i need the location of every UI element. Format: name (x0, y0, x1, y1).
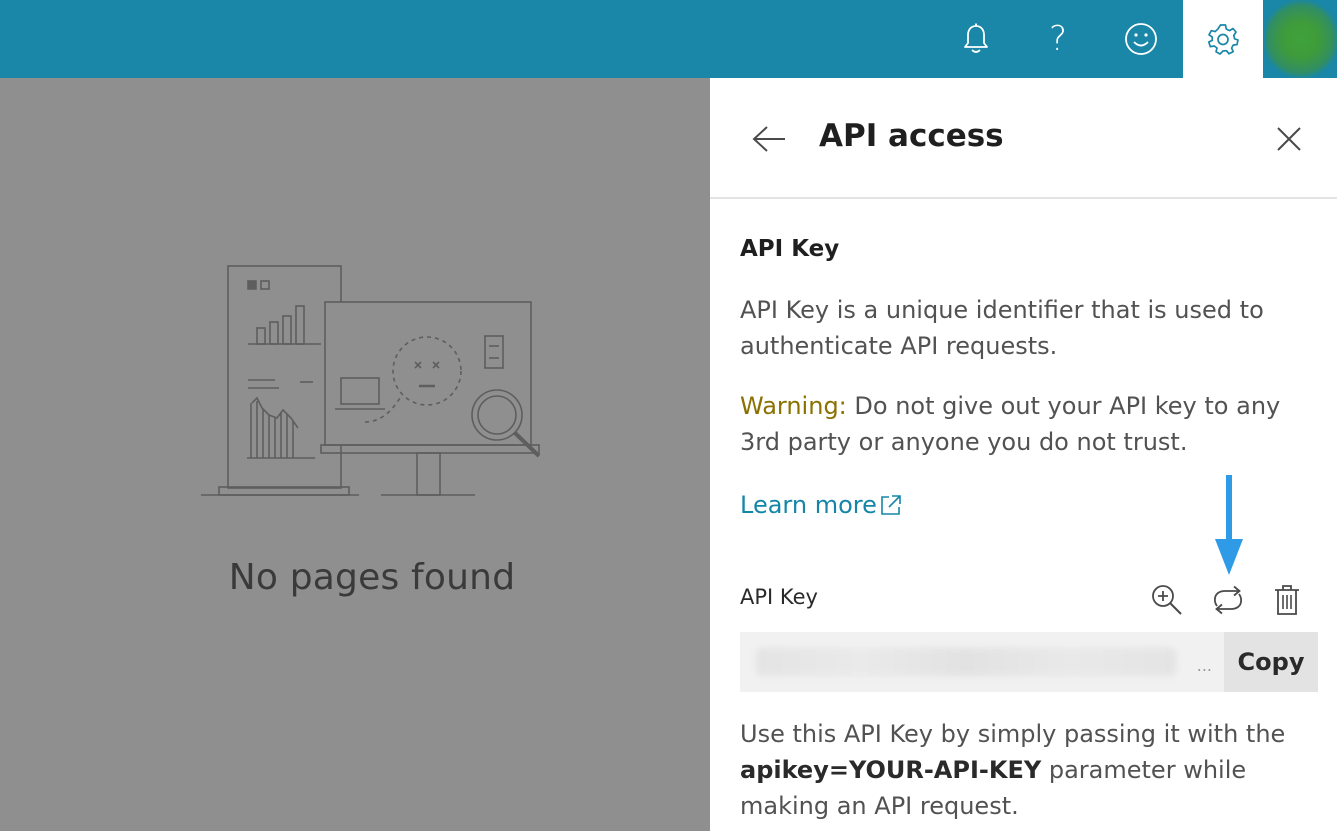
view-key-button[interactable] (1147, 580, 1187, 620)
learn-more-link[interactable]: Learn more (740, 491, 902, 519)
panel-header: API access (710, 78, 1337, 199)
bell-icon (964, 23, 988, 53)
close-button[interactable] (1270, 120, 1308, 158)
usage-instructions: Use this API Key by simply passing it wi… (740, 716, 1325, 824)
learn-more-label: Learn more (740, 491, 877, 519)
api-key-label: API Key (740, 585, 818, 609)
arrow-left-icon (752, 126, 785, 152)
highlight-arrow-icon (1215, 475, 1243, 575)
usage-param: apikey=YOUR-API-KEY (740, 756, 1042, 784)
copy-button[interactable]: Copy (1224, 632, 1318, 692)
regenerate-icon (1213, 585, 1243, 615)
close-icon (1277, 127, 1301, 151)
help-button[interactable]: ? (1018, 0, 1098, 78)
api-key-field[interactable]: ... (740, 632, 1224, 692)
help-icon: ? (1048, 19, 1068, 59)
truncation-ellipsis: ... (1196, 656, 1212, 675)
api-key-description: API Key is a unique identifier that is u… (740, 296, 1264, 360)
notifications-button[interactable] (936, 0, 1016, 78)
feedback-button[interactable] (1101, 0, 1181, 78)
empty-state-illustration (201, 265, 541, 496)
gear-icon (1207, 24, 1239, 55)
delete-icon (1275, 585, 1299, 615)
regenerate-key-button[interactable] (1208, 580, 1248, 620)
external-link-icon (881, 495, 901, 515)
zoom-in-icon (1152, 585, 1182, 615)
warning-message: Warning: Do not give out your API key to… (740, 388, 1325, 460)
warning-label: Warning: (740, 392, 847, 420)
page-list-area: No pages found (0, 78, 710, 831)
top-bar: ? (0, 0, 1337, 78)
panel-title: API access (819, 118, 1004, 154)
avatar[interactable] (1265, 0, 1337, 78)
empty-state-title: No pages found (228, 557, 516, 598)
usage-prefix: Use this API Key by simply passing it wi… (740, 720, 1286, 748)
avatar-image (1265, 2, 1337, 76)
back-button[interactable] (748, 118, 790, 160)
smiley-icon (1125, 23, 1157, 55)
api-key-value-redacted (756, 648, 1176, 676)
api-access-panel: API access API Key API Key is a unique i… (710, 78, 1337, 831)
delete-key-button[interactable] (1267, 580, 1307, 620)
section-title: API Key (740, 236, 840, 262)
settings-button[interactable] (1183, 0, 1263, 78)
